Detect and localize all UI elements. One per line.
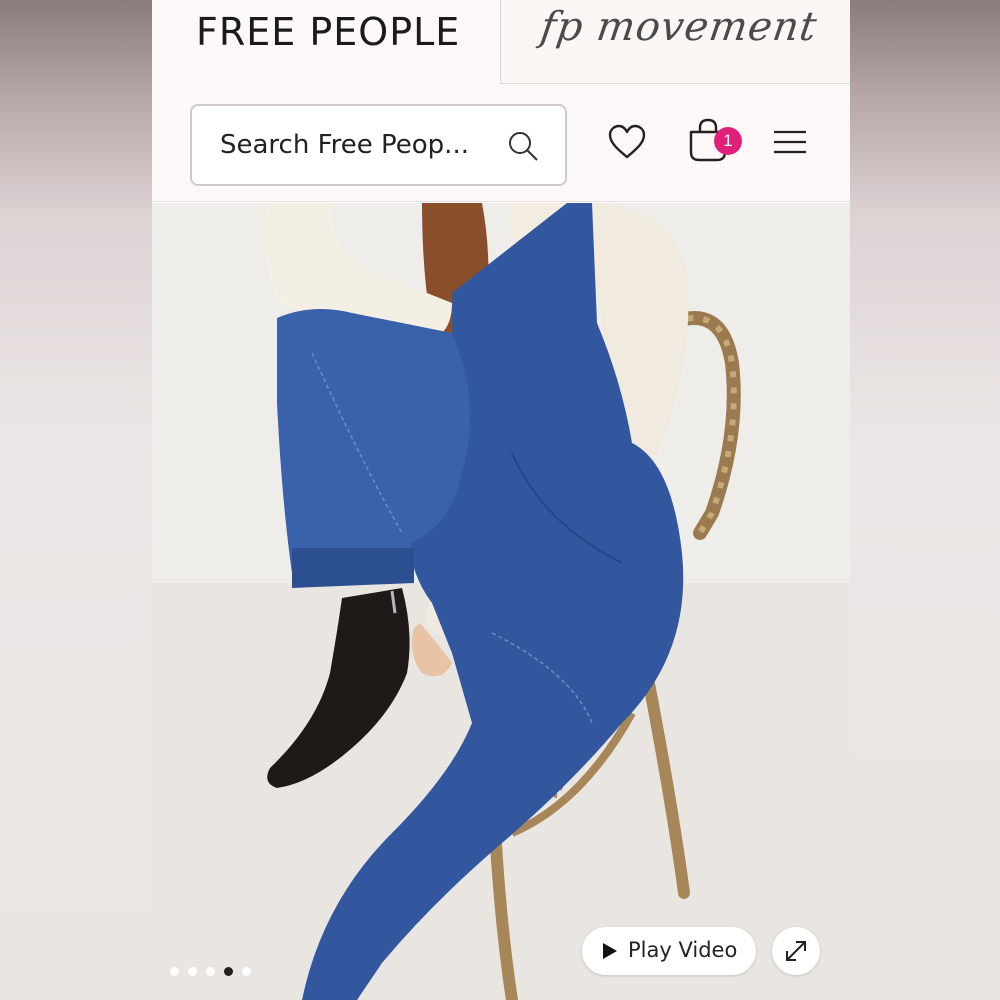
background-right <box>850 0 1000 1000</box>
bag-count-badge: 1 <box>714 127 742 155</box>
carousel-dot[interactable] <box>242 967 251 976</box>
expand-image-button[interactable] <box>772 927 820 975</box>
product-photo <box>152 203 850 1000</box>
header-brand-bar: FREE PEOPLE fp movement <box>152 0 850 84</box>
brand-logo[interactable]: FREE PEOPLE <box>196 10 460 54</box>
shopping-bag-button[interactable]: 1 <box>688 118 746 162</box>
play-icon <box>603 943 617 959</box>
carousel-dot[interactable] <box>188 967 197 976</box>
play-video-button[interactable]: Play Video <box>582 927 756 975</box>
heart-icon[interactable] <box>608 124 646 160</box>
play-video-label: Play Video <box>628 938 738 962</box>
search-icon[interactable] <box>507 130 539 162</box>
header-tools: Search Free Peop... 1 <box>152 84 850 202</box>
carousel-dot-active[interactable] <box>224 967 233 976</box>
search-input[interactable]: Search Free Peop... <box>190 104 567 186</box>
expand-icon <box>786 941 806 961</box>
carousel-dot[interactable] <box>170 967 179 976</box>
mobile-page: FREE PEOPLE fp movement Search Free Peop… <box>152 0 850 1000</box>
sub-brand-tab[interactable]: fp movement <box>500 0 850 84</box>
hamburger-menu-icon[interactable] <box>774 130 806 154</box>
carousel-pagination <box>170 967 251 976</box>
sub-brand-logo: fp movement <box>537 4 821 50</box>
product-image-carousel[interactable]: Play Video <box>152 203 850 1000</box>
background-left <box>0 0 152 1000</box>
search-placeholder: Search Free Peop... <box>220 130 469 160</box>
carousel-dot[interactable] <box>206 967 215 976</box>
